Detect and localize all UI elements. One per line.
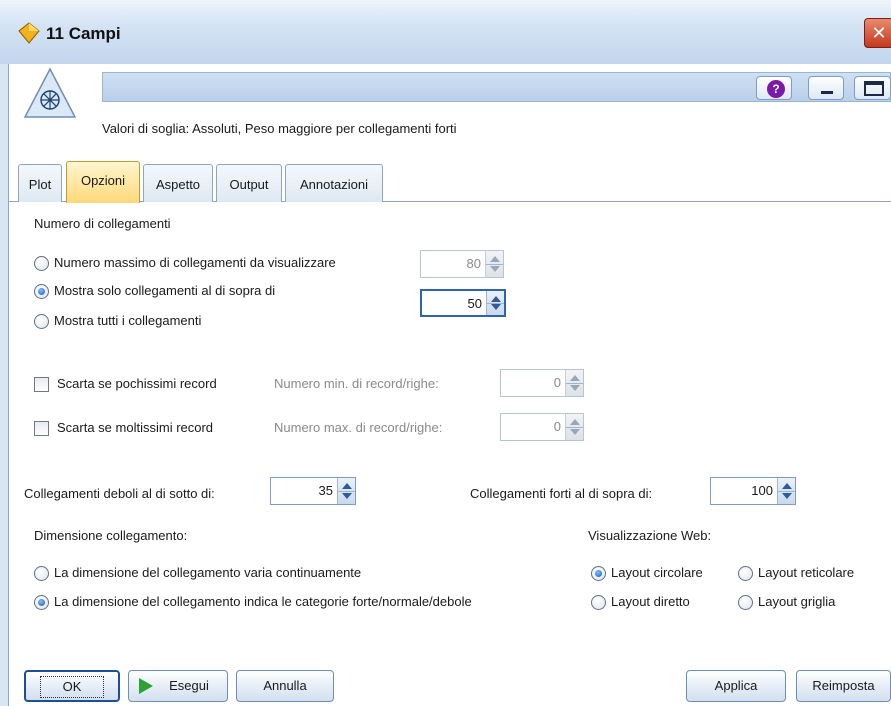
spin-down-icon[interactable]: [491, 304, 501, 310]
web-display-label: Visualizzazione Web:: [588, 528, 712, 543]
maximize-icon: [864, 81, 884, 96]
tab-output[interactable]: Output: [216, 164, 282, 202]
strong-links-value: 100: [751, 483, 773, 498]
spin-up-icon[interactable]: [491, 296, 501, 302]
min-records-label: Numero min. di record/righe:: [274, 376, 439, 391]
above-links-stepper[interactable]: 50: [420, 289, 506, 317]
weak-links-value: 35: [318, 483, 333, 498]
checkbox-discard-many[interactable]: [34, 421, 49, 436]
radio-size-categories-label: La dimensione del collegamento indica le…: [54, 594, 472, 609]
web-node-icon: [23, 67, 77, 118]
ok-button[interactable]: OK: [24, 670, 120, 702]
spin-up-icon[interactable]: [570, 419, 580, 425]
reset-button[interactable]: Reimposta: [796, 670, 891, 702]
max-links-stepper[interactable]: 80: [420, 250, 504, 278]
title-bar: [0, 0, 891, 64]
weak-links-stepper[interactable]: 35: [270, 477, 356, 505]
min-records-stepper[interactable]: 0: [500, 369, 584, 397]
max-records-value: 0: [553, 419, 561, 434]
minimize-icon: [821, 91, 833, 94]
apply-button[interactable]: Applica: [686, 670, 786, 702]
radio-all-links-label: Mostra tutti i collegamenti: [54, 313, 202, 328]
radio-size-continuous[interactable]: [34, 566, 49, 581]
settings-summary: Valori di soglia: Assoluti, Peso maggior…: [102, 121, 457, 136]
spin-up-icon[interactable]: [490, 256, 500, 262]
tab-opzioni[interactable]: Opzioni: [66, 161, 140, 203]
spin-up-icon[interactable]: [342, 483, 352, 489]
radio-layout-circular-label: Layout circolare: [611, 565, 703, 580]
max-records-label: Numero max. di record/righe:: [274, 420, 443, 435]
spin-down-icon[interactable]: [570, 429, 580, 435]
radio-above-links[interactable]: [34, 284, 49, 299]
link-size-label: Dimensione collegamento:: [34, 528, 188, 543]
strong-links-label: Collegamenti forti al di sopra di:: [470, 486, 653, 501]
discard-many-label: Scarta se moltissimi record: [57, 420, 214, 435]
checkbox-discard-few[interactable]: [34, 377, 49, 392]
radio-max-links-label: Numero massimo di collegamenti da visual…: [54, 255, 336, 270]
above-links-value: 50: [467, 296, 482, 311]
radio-all-links[interactable]: [34, 314, 49, 329]
min-records-value: 0: [553, 375, 561, 390]
spin-down-icon[interactable]: [342, 493, 352, 499]
radio-layout-grid[interactable]: [738, 595, 753, 610]
radio-layout-directed-label: Layout diretto: [611, 594, 690, 609]
ok-button-label: OK: [39, 676, 105, 698]
spin-up-icon[interactable]: [570, 375, 580, 381]
window-title: 11 Campi: [46, 24, 121, 43]
run-button-label: Esegui: [169, 678, 209, 693]
tab-strip-line: [8, 201, 891, 202]
spin-down-icon[interactable]: [782, 493, 792, 499]
spin-up-icon[interactable]: [782, 483, 792, 489]
spin-down-icon[interactable]: [490, 266, 500, 272]
max-records-stepper[interactable]: 0: [500, 413, 584, 441]
tab-annotazioni[interactable]: Annotazioni: [285, 164, 383, 202]
help-icon: ?: [767, 80, 785, 98]
cancel-button[interactable]: Annulla: [236, 670, 334, 702]
radio-layout-network-label: Layout reticolare: [758, 565, 855, 580]
radio-layout-circular[interactable]: [591, 566, 606, 581]
radio-size-continuous-label: La dimensione del collegamento varia con…: [54, 565, 362, 580]
radio-max-links[interactable]: [34, 256, 49, 271]
strong-links-stepper[interactable]: 100: [710, 477, 796, 505]
spin-down-icon[interactable]: [570, 385, 580, 391]
maximize-button[interactable]: [854, 76, 891, 100]
tab-plot[interactable]: Plot: [18, 164, 62, 202]
radio-above-links-label: Mostra solo collegamenti al di sopra di: [54, 283, 276, 298]
discard-few-label: Scarta se pochissimi record: [57, 376, 217, 391]
close-button[interactable]: ✕: [864, 18, 891, 48]
radio-layout-grid-label: Layout griglia: [758, 594, 836, 609]
max-links-value: 80: [466, 256, 481, 271]
radio-size-categories[interactable]: [34, 595, 49, 610]
run-button[interactable]: Esegui: [128, 670, 228, 702]
radio-layout-network[interactable]: [738, 566, 753, 581]
help-button[interactable]: ?: [756, 76, 792, 100]
tab-aspetto[interactable]: Aspetto: [143, 164, 213, 202]
radio-layout-directed[interactable]: [591, 595, 606, 610]
diamond-app-icon: [18, 22, 40, 44]
minimize-button[interactable]: [808, 76, 844, 100]
links-section-label: Numero di collegamenti: [34, 216, 171, 231]
weak-links-label: Collegamenti deboli al di sotto di:: [24, 486, 215, 501]
play-icon: [139, 678, 153, 694]
